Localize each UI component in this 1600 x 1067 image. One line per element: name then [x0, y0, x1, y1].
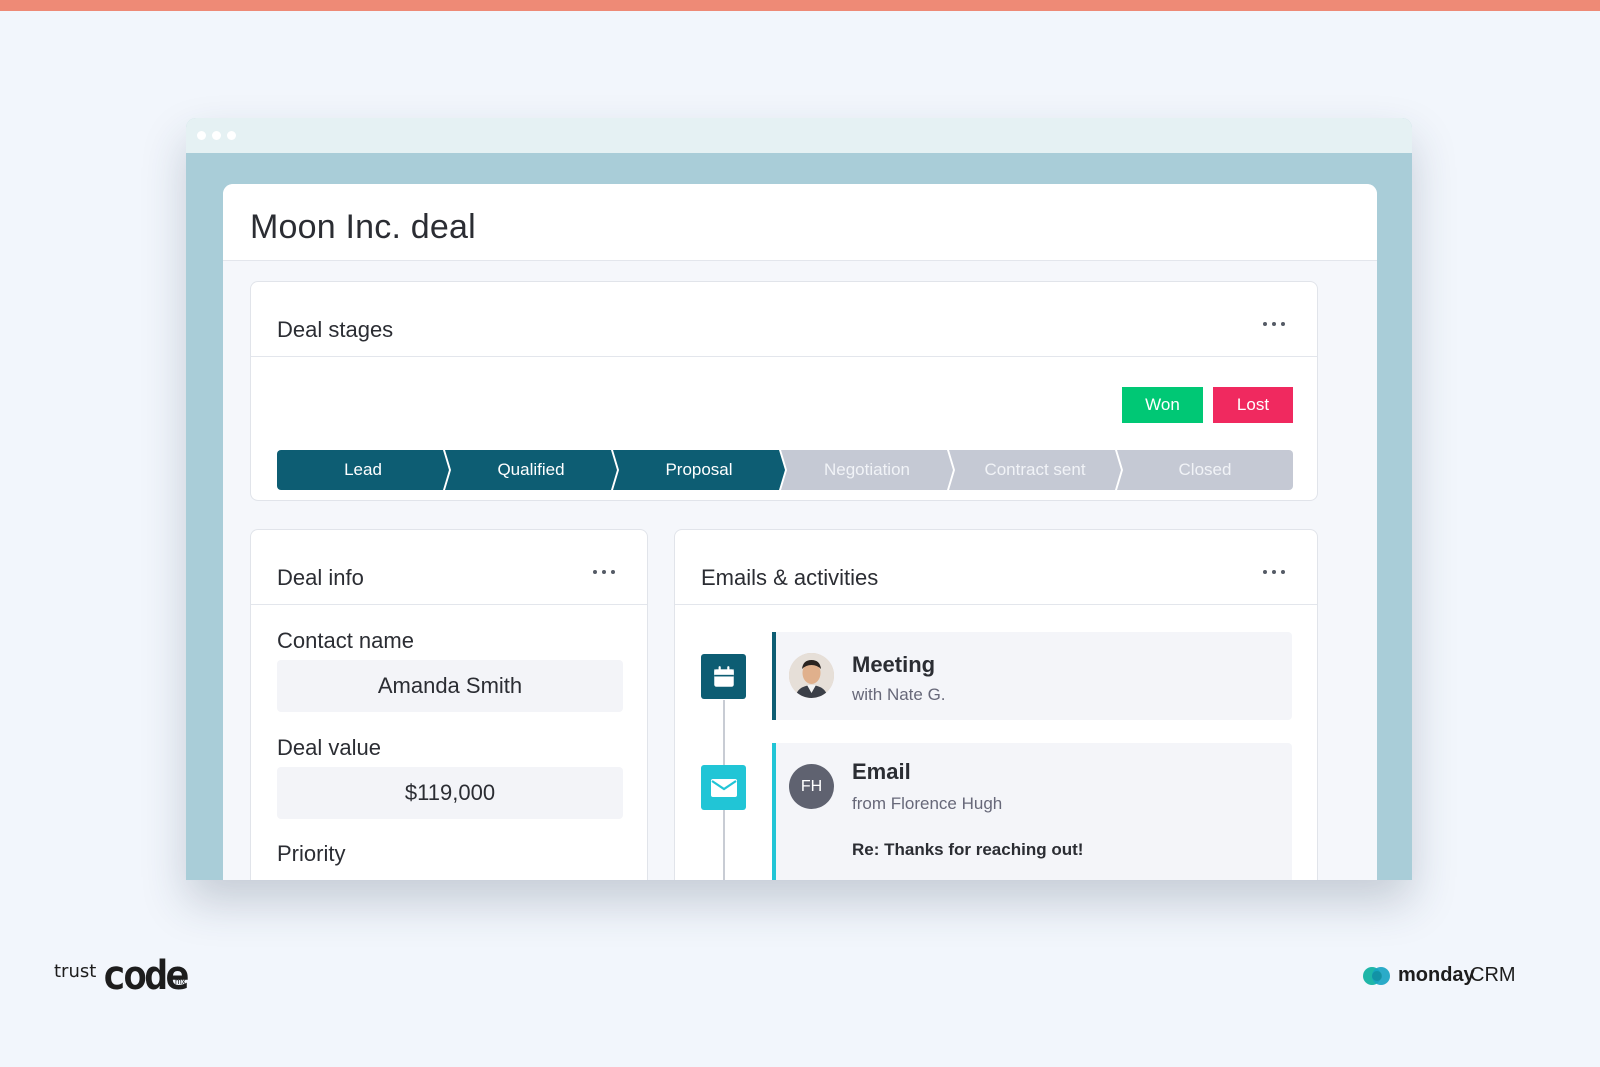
activities-title: Emails & activities: [701, 565, 879, 590]
calendar-icon: [701, 654, 746, 699]
contact-name-label: Contact name: [277, 628, 414, 653]
activity-email[interactable]: FH Email from Florence Hugh Re: Thanks f…: [772, 743, 1292, 880]
lost-button[interactable]: Lost: [1213, 387, 1293, 423]
activity-subtitle: with Nate G.: [852, 685, 946, 704]
logo-code-text: code: [102, 953, 189, 999]
deal-value-field[interactable]: $119,000: [277, 767, 623, 819]
envelope-icon: [701, 765, 746, 810]
window-dot-3[interactable]: [227, 131, 236, 140]
deal-header: Moon Inc. deal: [223, 184, 1377, 261]
logo-crm-text: CRM: [1470, 964, 1516, 986]
trustcode-logo: trust code mx: [54, 953, 194, 999]
activity-title: Email: [852, 759, 911, 784]
deal-info-title: Deal info: [277, 565, 364, 590]
contact-name-field[interactable]: Amanda Smith: [277, 660, 623, 712]
stage-lead[interactable]: Lead: [277, 450, 449, 490]
stage-negotiation[interactable]: Negotiation: [781, 450, 953, 490]
activity-bar: [772, 632, 776, 720]
won-button[interactable]: Won: [1122, 387, 1203, 423]
activity-bar: [772, 743, 776, 880]
avatar-initials: FH: [789, 764, 834, 809]
app-window: Moon Inc. deal Deal stages Won Lost Lead…: [186, 118, 1412, 880]
deal-stages-card: Deal stages Won Lost Lead Qualified Prop…: [250, 281, 1318, 501]
deal-info-card: Deal info Contact name Amanda Smith Deal…: [250, 529, 648, 880]
email-subject: Re: Thanks for reaching out!: [852, 840, 1084, 859]
activity-meeting[interactable]: Meeting with Nate G.: [772, 632, 1292, 720]
deal-value-label: Deal value: [277, 735, 381, 760]
logo-trust-text: trust: [54, 961, 97, 982]
logo-monday-text: monday: [1398, 964, 1475, 986]
logo-suffix-text: mx: [175, 977, 186, 986]
deal-stages-header: Deal stages: [251, 282, 1317, 357]
stage-contract-sent[interactable]: Contract sent: [949, 450, 1121, 490]
stage-qualified[interactable]: Qualified: [445, 450, 617, 490]
activity-subtitle: from Florence Hugh: [852, 794, 1003, 813]
more-horizontal-icon[interactable]: [1263, 319, 1285, 329]
priority-label: Priority: [277, 841, 346, 866]
deal-info-header: Deal info: [251, 530, 647, 605]
activity-title: Meeting: [852, 652, 936, 677]
deal-panel: Moon Inc. deal Deal stages Won Lost Lead…: [223, 184, 1377, 880]
deal-stages-title: Deal stages: [277, 317, 394, 342]
window-dot-1[interactable]: [197, 131, 206, 140]
activities-card: Emails & activities Meeting with Nate G.…: [674, 529, 1318, 880]
monday-logo-icon: [1363, 967, 1390, 985]
stage-proposal[interactable]: Proposal: [613, 450, 785, 490]
more-horizontal-icon[interactable]: [1263, 567, 1285, 577]
page-title: Moon Inc. deal: [250, 208, 476, 246]
stage-closed[interactable]: Closed: [1117, 450, 1293, 490]
window-titlebar: [186, 118, 1412, 153]
window-dot-2[interactable]: [212, 131, 221, 140]
more-horizontal-icon[interactable]: [593, 567, 615, 577]
activities-header: Emails & activities: [675, 530, 1317, 605]
avatar: [789, 653, 834, 698]
top-accent-bar: [0, 0, 1600, 11]
monday-crm-logo: monday CRM: [1362, 962, 1532, 990]
